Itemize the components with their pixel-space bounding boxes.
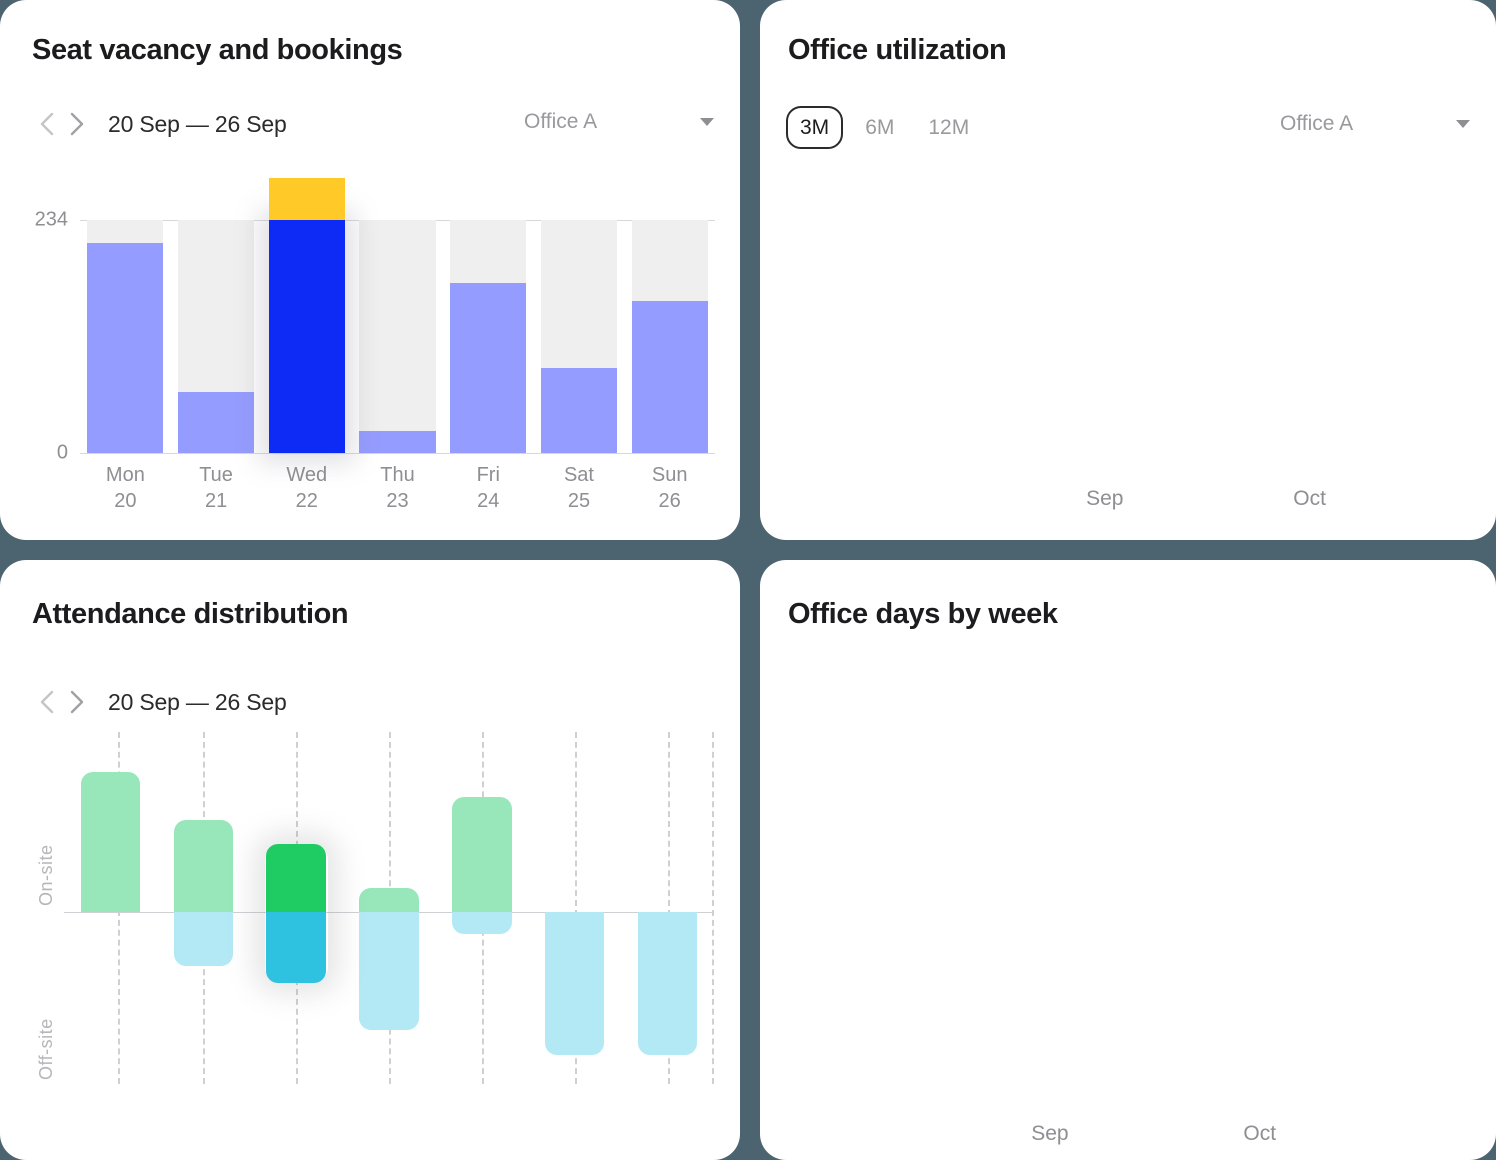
bar-track xyxy=(359,220,436,453)
x-axis-tick-label: Tue 21 xyxy=(171,462,262,514)
x-axis-day-name: Fri xyxy=(476,464,500,486)
attendance-bar-slot[interactable] xyxy=(528,732,621,1084)
x-axis-tick-label: Oct xyxy=(1293,487,1326,510)
x-axis-day-name: Thu xyxy=(380,464,415,486)
x-axis-tick-label: Wed 22 xyxy=(261,462,352,514)
x-axis-day-name: Wed xyxy=(286,464,328,486)
chevron-down-icon xyxy=(1456,120,1470,128)
bar-slot[interactable] xyxy=(443,220,534,453)
date-range-label: 20 Sep — 26 Sep xyxy=(108,688,287,715)
attendance-bar-slot[interactable] xyxy=(250,732,343,1084)
seat-week-navigator: 20 Sep — 26 Sep xyxy=(32,106,287,142)
on-site-bar xyxy=(359,888,419,912)
period-button-3m[interactable]: 3M xyxy=(786,106,844,149)
chevron-left-icon[interactable] xyxy=(32,684,62,720)
office-dropdown-value: Office A xyxy=(524,110,598,133)
bar-slot[interactable] xyxy=(352,220,443,453)
attendance-bar-chart xyxy=(64,732,714,1084)
attendance-bar-slot[interactable] xyxy=(621,732,714,1084)
x-axis-day-name: Sat xyxy=(563,464,594,486)
x-axis-tick-label: Sun 26 xyxy=(624,462,715,514)
off-site-bar xyxy=(173,912,234,966)
bar-fill xyxy=(540,368,618,453)
chevron-right-icon[interactable] xyxy=(62,684,92,720)
x-axis-day-number: 24 xyxy=(477,490,500,512)
off-site-bar xyxy=(359,912,419,1030)
office-dropdown-seat[interactable]: Office A xyxy=(524,110,714,134)
page-title: Attendance distribution xyxy=(32,598,349,630)
axis-label-on-site: On-site xyxy=(36,844,56,906)
bar-slot[interactable] xyxy=(624,220,715,453)
bar-fill xyxy=(359,431,436,453)
card-seat-vacancy-and-bookings: Seat vacancy and bookings 20 Sep — 26 Se… xyxy=(0,0,740,540)
page-title: Office utilization xyxy=(788,34,1007,66)
chevron-left-icon[interactable] xyxy=(32,106,62,142)
seat-bar-chart: 234 0 xyxy=(35,176,715,464)
gridline-baseline xyxy=(80,453,715,454)
x-axis-tick-label: Fri 24 xyxy=(443,462,534,514)
period-button-12m[interactable]: 12M xyxy=(916,107,981,148)
bar-fill xyxy=(268,220,345,453)
x-axis-tick-label: Thu 23 xyxy=(352,462,443,514)
bar-fill xyxy=(177,392,255,453)
off-site-bar xyxy=(266,912,326,983)
x-axis-day-name: Mon xyxy=(105,464,145,486)
x-axis-day-number: 23 xyxy=(386,490,409,512)
attendance-bar-slot[interactable] xyxy=(435,732,528,1084)
attendance-bars-container xyxy=(64,732,714,1084)
bar-slot[interactable] xyxy=(171,220,262,453)
bar-fill xyxy=(87,242,164,453)
bar-slot[interactable] xyxy=(261,178,352,453)
axis-label-off-site: Off-site xyxy=(36,1018,56,1080)
date-range-label: 20 Sep — 26 Sep xyxy=(108,110,287,137)
x-axis-tick-label: Sat 25 xyxy=(534,462,625,514)
page-title: Seat vacancy and bookings xyxy=(32,34,403,66)
attendance-bar-slot[interactable] xyxy=(157,732,250,1084)
utilization-period-selector: 3M 6M 12M xyxy=(786,106,981,149)
card-office-utilization: Office utilization 3M6M12M Office A 0255… xyxy=(760,0,1496,540)
x-axis-day-number: 25 xyxy=(567,490,591,512)
period-button-6m[interactable]: 6M xyxy=(853,107,906,148)
off-site-bar xyxy=(545,912,605,1055)
x-axis-tick-label: Oct xyxy=(1243,1122,1277,1145)
attendance-bar-slot[interactable] xyxy=(343,732,436,1084)
card-attendance-distribution: Attendance distribution 20 Sep — 26 Sep … xyxy=(0,560,740,1160)
bar-slot[interactable] xyxy=(534,220,625,453)
bar-fill xyxy=(450,282,527,453)
on-site-bar xyxy=(266,844,326,912)
x-axis-tick-label: Sep xyxy=(1086,487,1124,510)
card-office-days-by-week: Office days by week 3M6M12M 5d4d3d2d1d S… xyxy=(760,560,1496,1160)
seat-bars-container xyxy=(80,178,715,453)
bar-overbooked-segment xyxy=(268,178,345,220)
x-axis-tick-label: Sep xyxy=(1031,1122,1069,1145)
x-axis-tick-label: Mon 20 xyxy=(80,462,171,514)
seat-x-axis-labels: Mon 20 Tue 21 Wed 22 Thu 23 Fri 24 Sat 25 Sun 26 xyxy=(80,462,715,514)
x-axis-day-name: Sun xyxy=(651,464,688,486)
chevron-right-icon[interactable] xyxy=(62,106,92,142)
attendance-bar-slot[interactable] xyxy=(64,732,157,1084)
chevron-down-icon xyxy=(700,118,714,126)
x-axis-day-number: 21 xyxy=(204,490,228,512)
on-site-bar xyxy=(80,772,141,912)
bar-fill xyxy=(631,300,708,453)
off-site-bar xyxy=(452,912,512,934)
on-site-bar xyxy=(452,797,512,912)
x-axis-day-name: Tue xyxy=(199,464,233,486)
x-axis-day-number: 22 xyxy=(295,490,318,512)
office-dropdown-value: Office A xyxy=(1280,112,1354,135)
page-title: Office days by week xyxy=(788,598,1058,630)
off-site-bar xyxy=(637,912,698,1055)
x-axis-day-number: 20 xyxy=(114,490,137,512)
on-site-bar xyxy=(173,820,234,912)
y-axis-label-zero: 0 xyxy=(56,441,68,464)
bar-slot[interactable] xyxy=(80,220,171,453)
y-axis-label-max: 234 xyxy=(34,208,68,231)
office-dropdown-utilization[interactable]: Office A xyxy=(1280,112,1470,136)
dashboard-grid: Seat vacancy and bookings 20 Sep — 26 Se… xyxy=(0,0,1496,1160)
attendance-week-navigator: 20 Sep — 26 Sep xyxy=(32,684,287,720)
x-axis-day-number: 26 xyxy=(658,490,681,512)
